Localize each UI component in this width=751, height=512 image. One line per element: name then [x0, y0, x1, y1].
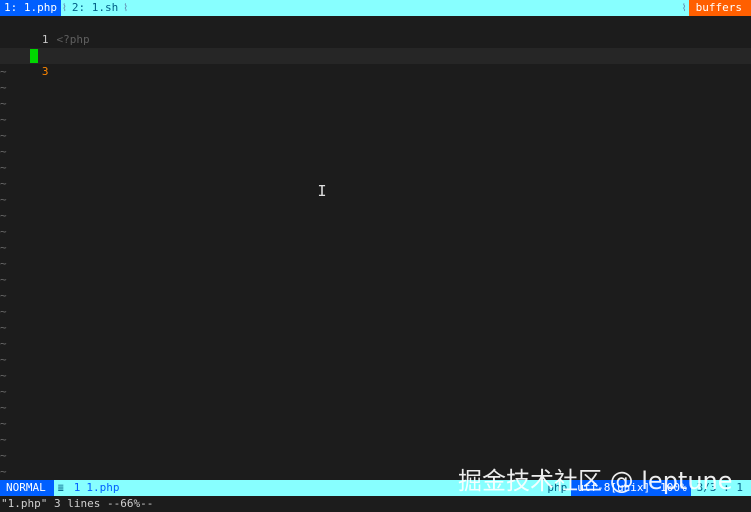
- watermark-text: 掘金技术社区 @ leptune: [458, 467, 733, 495]
- empty-line-marker: ~: [0, 369, 7, 382]
- empty-line-marker: ~: [0, 129, 7, 142]
- empty-line-marker: ~: [0, 401, 7, 414]
- editor-current-line[interactable]: 3: [0, 48, 751, 78]
- status-filename: 1.php: [86, 481, 120, 494]
- editor-area[interactable]: 1<?php 2 3 ~ ~ ~ ~ ~ ~ ~ ~ ~ ~ ~ ~ ~ ~ ~ ~ ~ ~ ~ ~ ~ ~ ~ ~ ~ ~ I: [0, 16, 751, 480]
- buffer-tab-1[interactable]: 1: 1.php: [0, 0, 61, 16]
- empty-line-marker: ~: [0, 273, 7, 286]
- empty-line-marker: ~: [0, 433, 7, 446]
- buffer-list-icon: ≣: [57, 482, 64, 494]
- empty-line-marker: ~: [0, 337, 7, 350]
- mode-indicator: NORMAL: [0, 480, 54, 496]
- editor-line[interactable]: 1 <?php: [0, 16, 751, 46]
- empty-line-marker: ~: [0, 257, 7, 270]
- empty-line-marker: ~: [0, 81, 7, 94]
- empty-line-marker: ~: [0, 225, 7, 238]
- empty-line-marker: ~: [0, 305, 7, 318]
- empty-line-marker: ~: [0, 65, 7, 78]
- empty-line-marker: ~: [0, 353, 7, 366]
- mouse-ibeam-icon: I: [317, 182, 327, 200]
- empty-line-marker: ~: [0, 385, 7, 398]
- empty-line-marker: ~: [0, 113, 7, 126]
- empty-line-marker: ~: [0, 177, 7, 190]
- empty-line-marker: ~: [0, 161, 7, 174]
- empty-line-marker: ~: [0, 193, 7, 206]
- text-cursor: [30, 49, 38, 63]
- buffer-tab-2[interactable]: 2: 1.sh: [68, 0, 122, 16]
- empty-line-marker: ~: [0, 449, 7, 462]
- buffer-number: 1: [73, 481, 81, 494]
- empty-line-marker: ~: [0, 241, 7, 254]
- tab-separator-icon: ⌇: [61, 2, 67, 14]
- empty-line-marker: ~: [0, 145, 7, 158]
- buffers-separator-icon: ⌇: [681, 2, 687, 14]
- empty-line-marker: ~: [0, 321, 7, 334]
- empty-line-marker: ~: [0, 289, 7, 302]
- empty-line-marker: ~: [0, 97, 7, 110]
- current-line-number: 3: [41, 65, 49, 78]
- empty-line-marker: ~: [0, 465, 7, 478]
- empty-line-marker: ~: [0, 417, 7, 430]
- empty-line-marker: ~: [0, 209, 7, 222]
- buffer-tabline: 1: 1.php ⌇ 2: 1.sh ⌇ ⌇ buffers: [0, 0, 751, 16]
- tab-separator-icon: ⌇: [123, 2, 129, 14]
- buffers-label: buffers: [688, 0, 751, 16]
- editor-line[interactable]: 2: [0, 32, 751, 62]
